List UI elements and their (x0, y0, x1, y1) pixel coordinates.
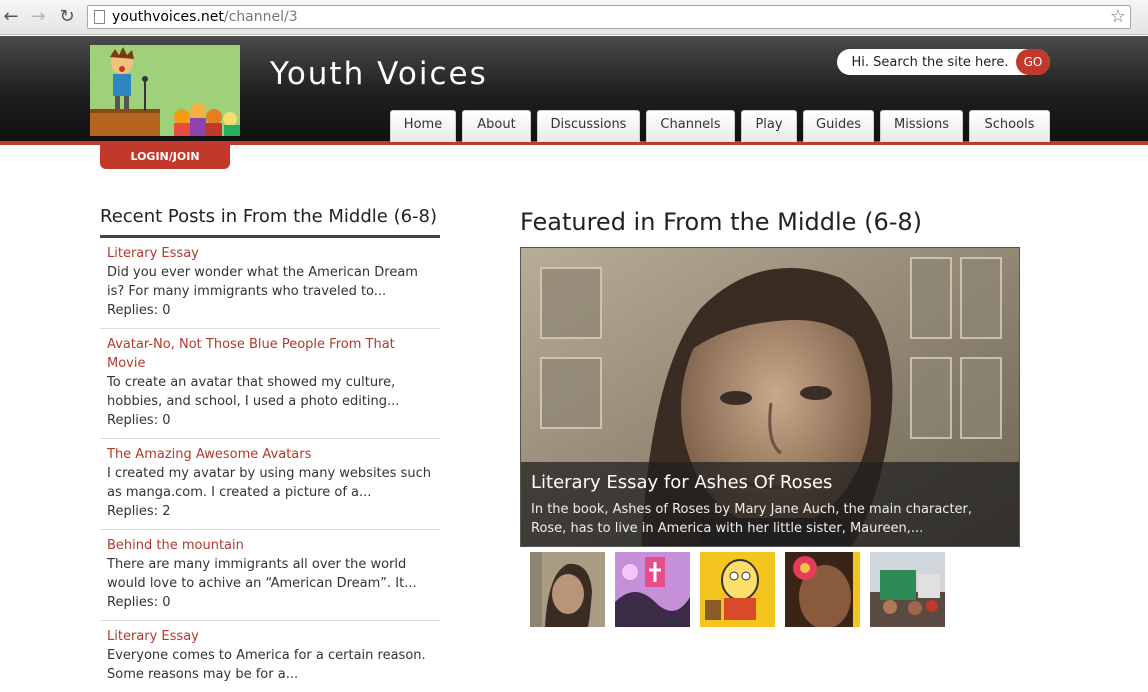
post-replies: Replies: 0 (107, 413, 171, 428)
thumbnail-protest-icon[interactable] (870, 552, 945, 627)
post-title-link[interactable]: Literary Essay (107, 627, 433, 646)
thumbnail-collage-icon[interactable] (615, 552, 690, 627)
post-title-link[interactable]: Avatar-No, Not Those Blue People From Th… (107, 335, 433, 373)
featured-slide[interactable]: Literary Essay for Ashes Of Roses In the… (520, 247, 1020, 547)
reload-icon[interactable]: ↻ (56, 6, 78, 28)
logo-illustration-icon (90, 45, 240, 136)
post-excerpt: Everyone comes to America for a certain … (107, 648, 426, 682)
site-title[interactable]: Youth Voices (270, 56, 488, 92)
search-input[interactable] (845, 52, 1015, 72)
tab-play[interactable]: Play (741, 110, 797, 142)
post-title-link[interactable]: Literary Essay (107, 244, 433, 263)
post-excerpt: There are many immigrants all over the w… (107, 557, 417, 591)
bookmark-star-icon[interactable]: ☆ (1110, 6, 1126, 28)
featured-caption: Literary Essay for Ashes Of Roses In the… (521, 462, 1019, 546)
thumbnail-portrait-icon[interactable] (530, 552, 605, 627)
tab-about[interactable]: About (462, 110, 531, 142)
url-host: youthvoices.net (112, 9, 224, 25)
post-replies: Replies: 2 (107, 504, 171, 519)
tab-schools[interactable]: Schools (969, 110, 1050, 142)
list-item: The Amazing Awesome Avatars I created my… (100, 439, 440, 530)
featured-caption-text: In the book, Ashes of Roses by Mary Jane… (531, 502, 973, 536)
post-replies: Replies: 0 (107, 303, 171, 318)
page-icon (94, 10, 105, 24)
post-excerpt: Did you ever wonder what the American Dr… (107, 265, 418, 299)
list-item: Literary Essay Everyone comes to America… (100, 621, 440, 692)
post-title-link[interactable]: Behind the mountain (107, 536, 433, 555)
featured-caption-title[interactable]: Literary Essay for Ashes Of Roses (531, 470, 1011, 496)
post-title-link[interactable]: The Amazing Awesome Avatars (107, 445, 433, 464)
browser-toolbar: ← → ↻ youthvoices.net/channel/3 ☆ (0, 0, 1148, 35)
url-path: /channel/3 (223, 9, 298, 25)
list-item: Literary Essay Did you ever wonder what … (100, 238, 440, 329)
address-bar[interactable]: youthvoices.net/channel/3 ☆ (87, 5, 1131, 29)
search-go-button[interactable]: GO (1016, 49, 1050, 75)
list-item: Behind the mountain There are many immig… (100, 530, 440, 621)
back-arrow-icon[interactable]: ← (0, 6, 22, 28)
recent-posts-heading: Recent Posts in From the Middle (6-8) (100, 206, 440, 238)
tab-channels[interactable]: Channels (646, 110, 735, 142)
featured-heading: Featured in From the Middle (6-8) (520, 208, 922, 236)
recent-posts-list: Literary Essay Did you ever wonder what … (100, 238, 440, 692)
tab-discussions[interactable]: Discussions (537, 110, 640, 142)
login-join-button[interactable]: LOGIN/JOIN (100, 144, 230, 169)
post-replies: Replies: 0 (107, 595, 171, 610)
site-logo[interactable] (90, 45, 240, 136)
tab-guides[interactable]: Guides (803, 110, 874, 142)
tab-missions[interactable]: Missions (880, 110, 963, 142)
tab-home[interactable]: Home (390, 110, 456, 142)
post-excerpt: I created my avatar by using many websit… (107, 466, 431, 500)
forward-arrow-icon[interactable]: → (27, 6, 49, 28)
post-excerpt: To create an avatar that showed my cultu… (107, 375, 400, 409)
thumbnail-cartoon-icon[interactable] (700, 552, 775, 627)
thumbnail-face-icon[interactable] (785, 552, 860, 627)
list-item: Avatar-No, Not Those Blue People From Th… (100, 329, 440, 439)
